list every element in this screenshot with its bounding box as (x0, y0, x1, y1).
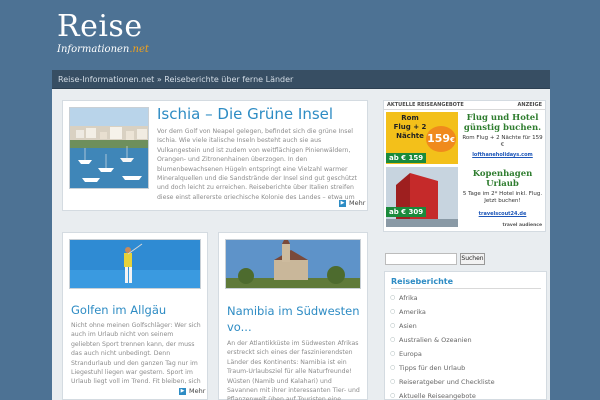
ad1-image-city: Rom (401, 114, 419, 122)
site-logo[interactable]: Reise (57, 10, 143, 44)
more-label: Mehr (189, 387, 206, 395)
category-item-afrika[interactable]: Afrika (390, 294, 417, 302)
church-image (226, 240, 360, 288)
category-item-amerika[interactable]: Amerika (390, 308, 426, 316)
arrow-right-icon: ▶ (339, 199, 346, 207)
more-label: Mehr (349, 199, 366, 207)
building-image (386, 167, 458, 227)
arrow-right-icon: ▶ (179, 387, 186, 395)
category-item-australien[interactable]: Australien & Ozeanien (390, 336, 472, 344)
ad1-price-value: 159 (427, 132, 451, 145)
ad-header-title: AKTUELLE REISEANGEBOTE (387, 102, 464, 108)
category-item-reiseangebote[interactable]: Aktuelle Reiseangebote (390, 392, 476, 400)
post-thumbnail-ischia[interactable] (69, 107, 149, 189)
categories-divider (391, 288, 541, 289)
category-item-reiseratgeber[interactable]: Reiseratgeber und Checkliste (390, 378, 495, 386)
post-card-golf: Golfen im Allgäu Nicht ohne meinen Golfs… (62, 232, 208, 400)
category-item-asien[interactable]: Asien (390, 322, 417, 330)
more-link-ischia[interactable]: ▶ Mehr (339, 199, 365, 207)
ad2-text: 5 Tage im 2* Hotel inkl. Flug. Jetzt buc… (462, 191, 543, 204)
harbor-image (70, 108, 148, 188)
post-excerpt-ischia: Vor dem Golf von Neapel gelegen, befinde… (157, 128, 357, 199)
post-title-golf[interactable]: Golfen im Allgäu (71, 303, 201, 317)
site-header: Reise Informationen.net (0, 0, 600, 70)
ad-widget: AKTUELLE REISEANGEBOTE ANZEIGE Rom Flug … (383, 100, 546, 232)
categories-widget: Reiseberichte Afrika Amerika Asien Austr… (384, 271, 547, 400)
more-link-golf[interactable]: ▶ Mehr (179, 387, 205, 395)
ad2-link[interactable]: travelscout24.de (460, 211, 545, 217)
post-thumbnail-golf[interactable] (69, 239, 201, 289)
site-logo-subtitle[interactable]: Informationen.net (57, 44, 149, 55)
post-card-ischia: Ischia – Die Grüne Insel Vor dem Golf vo… (62, 100, 368, 211)
golfer-image (70, 240, 200, 288)
post-title-namibia[interactable]: Namibia im Südwesten vo... (227, 303, 367, 335)
category-item-tipps[interactable]: Tipps für den Urlaub (390, 364, 465, 372)
breadcrumb[interactable]: Reise-Informationen.net » Reiseberichte … (52, 70, 550, 89)
ad1-text: Rom Flug + 2 Nächte für 159 € (462, 135, 543, 148)
logo-subtitle-text: Informationen (57, 44, 130, 55)
ad1-link[interactable]: lofthaneholidays.com (460, 152, 545, 158)
post-card-namibia: Namibia im Südwesten vo... An der Atlant… (218, 232, 368, 400)
ad2-title[interactable]: Kopenhagen Urlaub (460, 169, 545, 189)
ad1-title[interactable]: Flug und Hotel günstig buchen. (460, 113, 545, 133)
post-excerpt-golf: Nicht ohne meinen Golfschläger: Wer sich… (71, 322, 201, 386)
content-area: Ischia – Die Grüne Insel Vor dem Golf vo… (52, 89, 550, 400)
post-excerpt-namibia: An der Atlantikküste im Südwesten Afrika… (227, 340, 360, 400)
ad1-price-badge[interactable]: ab € 159 (386, 153, 427, 163)
ad2-price-badge[interactable]: ab € 309 (386, 207, 427, 217)
ad-footer[interactable]: travel audience (503, 223, 542, 228)
search-button[interactable]: Suchen (460, 253, 485, 265)
search-input[interactable] (385, 253, 457, 265)
ad1-price-circle: 159€ (426, 126, 456, 152)
ad-header: AKTUELLE REISEANGEBOTE ANZEIGE (384, 101, 545, 110)
ad2-image[interactable] (386, 167, 458, 227)
post-title-ischia[interactable]: Ischia – Die Grüne Insel (157, 105, 362, 123)
post-thumbnail-namibia[interactable] (225, 239, 361, 289)
logo-tld: .net (129, 44, 149, 55)
ad-header-label: ANZEIGE (517, 102, 542, 108)
category-item-europa[interactable]: Europa (390, 350, 422, 358)
categories-title: Reiseberichte (391, 277, 454, 286)
